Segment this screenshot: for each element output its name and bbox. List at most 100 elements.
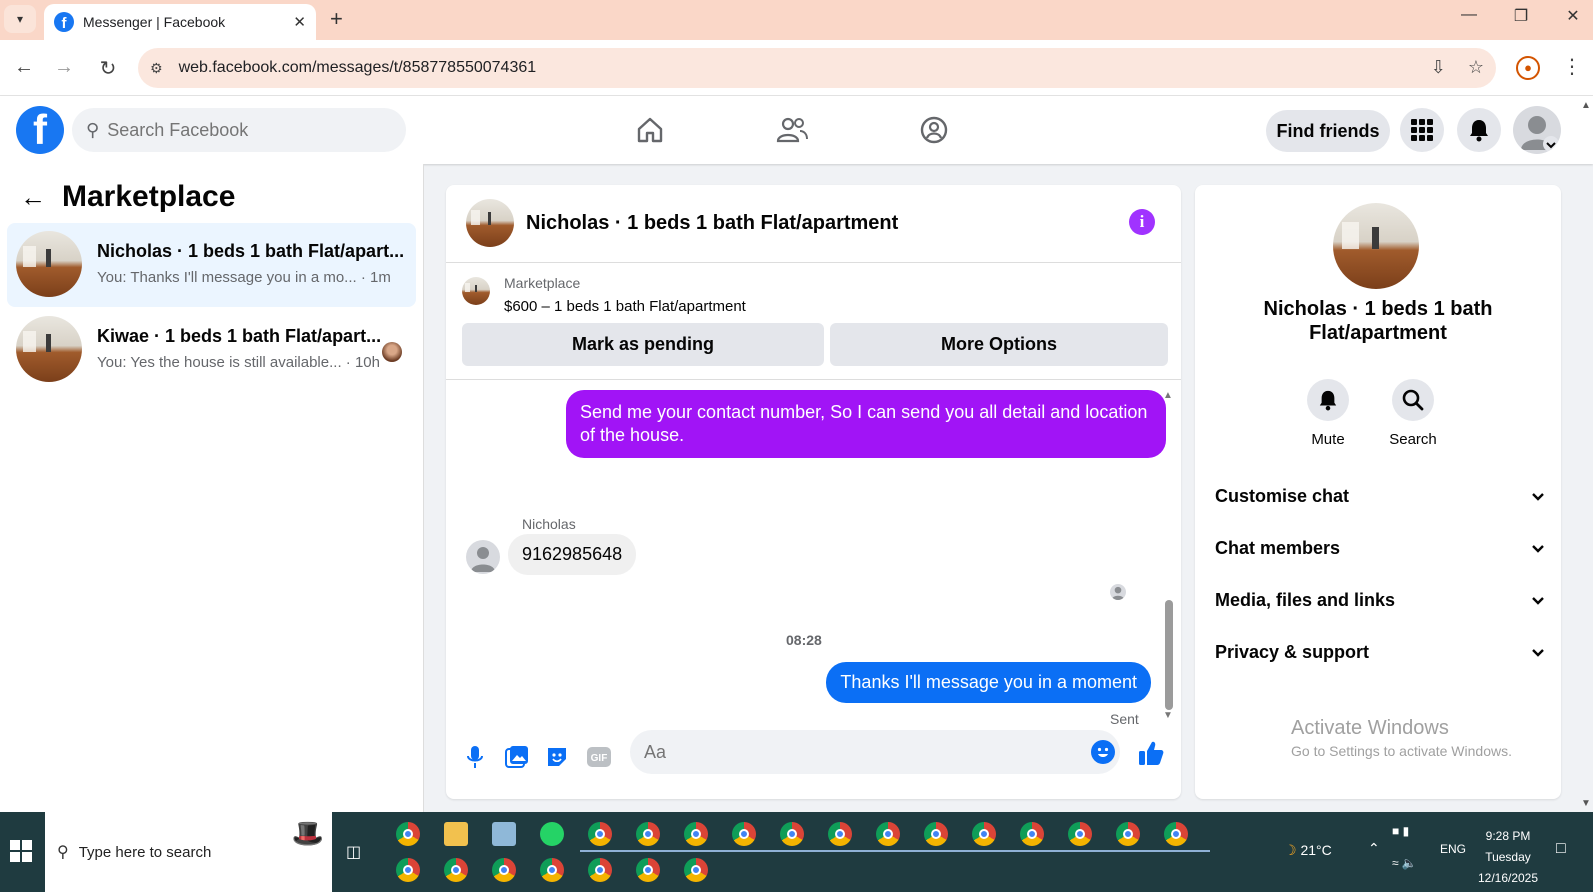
microphone-icon[interactable] bbox=[460, 742, 490, 772]
clock-day: Tuesday bbox=[1485, 850, 1531, 864]
chat-title[interactable]: Nicholas · 1 beds 1 bath Flat/apartment bbox=[526, 212, 898, 235]
chrome-profile-icon[interactable] bbox=[828, 822, 852, 846]
more-options-button[interactable]: More Options bbox=[830, 323, 1168, 366]
restore-icon[interactable]: ❐ bbox=[1506, 6, 1536, 26]
menu-grid-icon[interactable] bbox=[1400, 108, 1444, 152]
account-avatar[interactable] bbox=[1513, 106, 1561, 154]
outgoing-message[interactable]: Thanks I'll message you in a moment bbox=[826, 662, 1151, 703]
sender-avatar[interactable] bbox=[466, 540, 500, 574]
chrome-profile-icon[interactable] bbox=[684, 822, 708, 846]
activate-subtitle: Go to Settings to activate Windows. bbox=[1291, 743, 1512, 759]
chrome-profile-icon[interactable] bbox=[588, 858, 612, 882]
conversation-item-nicholas[interactable]: Nicholas · 1 beds 1 bath Flat/apart... Y… bbox=[7, 223, 416, 307]
chrome-profile-icon[interactable] bbox=[1020, 822, 1044, 846]
facebook-search-input[interactable] bbox=[107, 119, 368, 141]
chrome-profile-icon[interactable] bbox=[1116, 822, 1140, 846]
chrome-app-icon[interactable] bbox=[396, 822, 420, 846]
battery-icon[interactable]: ■ ▮ bbox=[1392, 824, 1409, 838]
photo-icon[interactable] bbox=[502, 742, 532, 772]
notification-center-icon[interactable]: □ bbox=[1556, 840, 1566, 858]
chrome-profile-icon[interactable] bbox=[636, 822, 660, 846]
install-app-icon[interactable]: ⇩ bbox=[1431, 57, 1446, 78]
like-thumb-icon[interactable] bbox=[1136, 738, 1166, 768]
chrome-profile-icon[interactable] bbox=[444, 858, 468, 882]
friends-icon[interactable] bbox=[772, 112, 812, 148]
file-explorer-icon[interactable] bbox=[444, 822, 468, 846]
facebook-logo-icon[interactable]: f bbox=[16, 106, 64, 154]
forward-arrow-icon[interactable]: → bbox=[50, 56, 78, 79]
conversation-item-kiwae[interactable]: Kiwae · 1 beds 1 bath Flat/apart... You:… bbox=[7, 308, 416, 392]
facebook-search-box[interactable]: ⚲ bbox=[72, 108, 406, 152]
conversation-name: Kiwae · 1 beds 1 bath Flat/apart... bbox=[97, 326, 382, 346]
sticker-icon[interactable] bbox=[542, 742, 572, 772]
windows-start-icon[interactable] bbox=[10, 840, 32, 862]
browser-profile-icon[interactable]: ● bbox=[1516, 56, 1540, 80]
page-scroll-down-icon[interactable]: ▼ bbox=[1581, 798, 1591, 809]
window-close-icon[interactable]: ✕ bbox=[1558, 6, 1588, 26]
tray-overflow-icon[interactable]: ⌃ bbox=[1368, 840, 1380, 857]
outgoing-message[interactable]: Send me your contact number, So I can se… bbox=[566, 390, 1166, 458]
task-view-icon[interactable]: ◫ bbox=[346, 842, 361, 862]
url-text[interactable]: web.facebook.com/messages/t/858778550074… bbox=[179, 59, 537, 77]
browser-menu-icon[interactable]: ⋮ bbox=[1562, 54, 1582, 79]
search-in-conversation-button[interactable]: Search bbox=[1378, 379, 1448, 448]
search-highlight-icon: 🎩 bbox=[291, 818, 324, 848]
page-scroll-up-icon[interactable]: ▲ bbox=[1581, 100, 1591, 111]
chrome-profile-icon[interactable] bbox=[780, 822, 804, 846]
search-icon: ⚲ bbox=[86, 119, 100, 140]
whatsapp-icon[interactable] bbox=[540, 822, 564, 846]
chrome-profile-icon[interactable] bbox=[588, 822, 612, 846]
back-arrow-icon[interactable]: ← bbox=[20, 182, 46, 213]
customise-chat-section[interactable]: Customise chat bbox=[1215, 481, 1545, 511]
taskbar-search[interactable]: ⚲ Type here to search 🎩 bbox=[45, 812, 332, 892]
tab-close-icon[interactable]: ✕ bbox=[293, 13, 306, 31]
chrome-profile-icon[interactable] bbox=[924, 822, 948, 846]
minimize-icon[interactable]: — bbox=[1454, 6, 1484, 24]
listing-title[interactable]: $600 – 1 beds 1 bath Flat/apartment bbox=[504, 298, 746, 315]
site-info-icon[interactable]: ⚙ bbox=[150, 60, 163, 77]
network-volume-icon[interactable]: ≈ 🔈 bbox=[1392, 856, 1417, 870]
emoji-icon[interactable] bbox=[1091, 740, 1115, 764]
mark-as-pending-button[interactable]: Mark as pending bbox=[462, 323, 824, 366]
media-files-links-section[interactable]: Media, files and links bbox=[1215, 585, 1545, 615]
chrome-profile-icon[interactable] bbox=[492, 858, 516, 882]
chrome-profile-icon[interactable] bbox=[396, 858, 420, 882]
chrome-profile-icon[interactable] bbox=[732, 822, 756, 846]
groups-icon[interactable] bbox=[914, 112, 954, 148]
message-scrollbar[interactable]: ▲ ▼ bbox=[1163, 390, 1175, 721]
chrome-profile-icon[interactable] bbox=[1068, 822, 1092, 846]
chrome-profile-icon[interactable] bbox=[636, 858, 660, 882]
search-label: Search bbox=[1389, 431, 1437, 448]
marketplace-listing-banner: Marketplace $600 – 1 beds 1 bath Flat/ap… bbox=[446, 263, 1181, 380]
chrome-profile-icon[interactable] bbox=[684, 858, 708, 882]
mute-button[interactable]: Mute bbox=[1293, 379, 1363, 448]
back-arrow-icon[interactable]: ← bbox=[10, 56, 38, 79]
weather-widget[interactable]: ☽ 21°C bbox=[1284, 842, 1332, 859]
bookmark-star-icon[interactable]: ☆ bbox=[1468, 57, 1484, 78]
chrome-profile-icon[interactable] bbox=[972, 822, 996, 846]
reload-icon[interactable]: ↻ bbox=[94, 56, 122, 81]
notes-app-icon[interactable] bbox=[492, 822, 516, 846]
message-input[interactable] bbox=[630, 730, 1120, 774]
new-tab-icon[interactable]: + bbox=[330, 6, 343, 32]
chat-thumbnail[interactable] bbox=[466, 199, 514, 247]
privacy-support-section[interactable]: Privacy & support bbox=[1215, 637, 1545, 667]
address-bar[interactable]: ⚙ web.facebook.com/messages/t/8587785500… bbox=[138, 48, 1496, 88]
chrome-profile-icon[interactable] bbox=[1164, 822, 1188, 846]
chevron-down-icon bbox=[1531, 642, 1545, 663]
chat-members-section[interactable]: Chat members bbox=[1215, 533, 1545, 563]
chrome-profile-icon[interactable] bbox=[540, 858, 564, 882]
language-indicator[interactable]: ENG bbox=[1440, 842, 1466, 856]
info-icon[interactable]: i bbox=[1129, 209, 1155, 235]
facebook-header: f ⚲ Find friends bbox=[0, 96, 1593, 164]
taskbar-clock[interactable]: 9:28 PM Tuesday 12/16/2025 bbox=[1466, 826, 1550, 889]
find-friends-button[interactable]: Find friends bbox=[1266, 110, 1390, 152]
chrome-profile-icon[interactable] bbox=[876, 822, 900, 846]
conversation-photo bbox=[1333, 203, 1419, 289]
home-icon[interactable] bbox=[630, 112, 670, 148]
incoming-message[interactable]: 9162985648 bbox=[508, 534, 637, 575]
browser-tab-messenger[interactable]: f Messenger | Facebook ✕ bbox=[44, 4, 316, 40]
gif-icon[interactable]: GIF bbox=[584, 742, 614, 772]
tab-search-button[interactable]: ▾ bbox=[4, 5, 36, 33]
notifications-bell-icon[interactable] bbox=[1457, 108, 1501, 152]
